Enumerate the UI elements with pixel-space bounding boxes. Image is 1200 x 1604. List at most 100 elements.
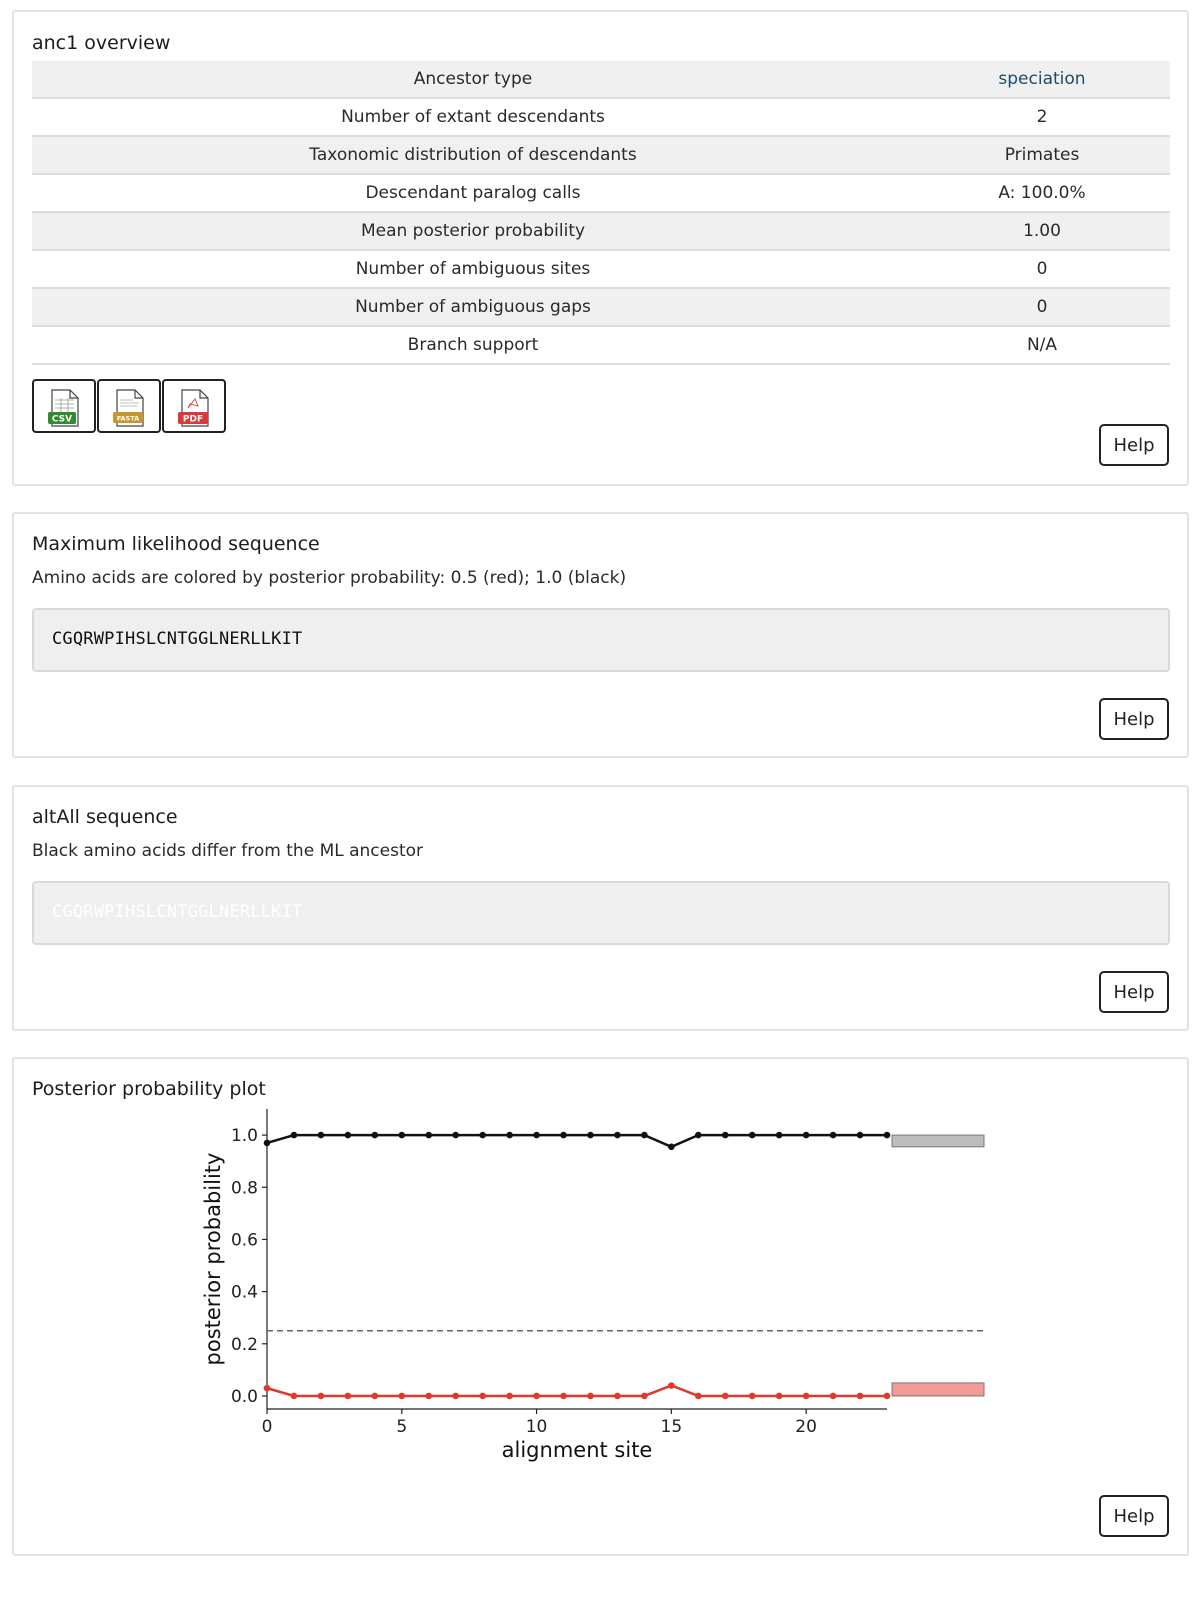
data-point xyxy=(398,1392,406,1400)
data-point xyxy=(748,1131,756,1139)
plot-title: Posterior probability plot xyxy=(32,1078,266,1100)
data-point xyxy=(721,1392,729,1400)
series-line xyxy=(266,1133,887,1149)
csv-download-button[interactable]: CSV xyxy=(32,379,96,433)
data-point xyxy=(479,1392,486,1400)
overview-row-value[interactable]: speciation xyxy=(914,61,1170,99)
data-point xyxy=(695,1392,702,1400)
overview-row-value: 0 xyxy=(914,250,1170,289)
side-bar xyxy=(891,1382,985,1397)
overview-title: anc1 overview xyxy=(32,32,171,54)
overview-row-value: 2 xyxy=(914,98,1170,137)
y-tick-label: 0.8 xyxy=(231,1178,258,1198)
data-point xyxy=(317,1131,325,1139)
data-point xyxy=(668,1382,675,1389)
ml-sequence-title: Maximum likelihood sequence xyxy=(32,533,320,555)
plot-help-button[interactable]: Help xyxy=(1099,1495,1169,1537)
data-point xyxy=(344,1131,352,1139)
overview-row-label: Mean posterior probability xyxy=(32,212,914,251)
x-tick-label: 5 xyxy=(396,1417,407,1437)
ml-sequence-description: Amino acids are colored by posterior pro… xyxy=(32,568,627,588)
svg-text:PDF: PDF xyxy=(183,415,203,425)
overview-row-label: Number of ambiguous sites xyxy=(32,250,914,289)
altall-sequence-card: altAll sequence Black amino acids differ… xyxy=(12,785,1189,1031)
data-point xyxy=(856,1131,864,1139)
data-point xyxy=(263,1139,271,1147)
data-point xyxy=(452,1392,459,1400)
data-point xyxy=(506,1131,513,1139)
svg-text:FASTA: FASTA xyxy=(117,415,139,423)
data-point xyxy=(560,1392,567,1400)
data-point xyxy=(371,1392,379,1400)
y-tick-label: 0.4 xyxy=(231,1283,258,1303)
pdf-download-button[interactable]: PDF xyxy=(162,379,226,433)
side-bar xyxy=(891,1134,985,1148)
data-point xyxy=(641,1392,648,1400)
ml-sequence-help-button[interactable]: Help xyxy=(1099,698,1169,740)
x-tick-label: 20 xyxy=(795,1417,817,1437)
data-point xyxy=(506,1392,513,1400)
data-point xyxy=(668,1143,675,1151)
data-point xyxy=(371,1131,379,1139)
x-tick-label: 10 xyxy=(526,1417,548,1437)
data-point xyxy=(802,1392,810,1400)
altall-sequence-title: altAll sequence xyxy=(32,806,178,828)
overview-row-label: Branch support xyxy=(32,326,914,365)
data-point xyxy=(614,1131,621,1139)
csv-file-icon: CSV xyxy=(48,389,79,427)
data-point xyxy=(829,1392,837,1400)
fasta-download-button[interactable]: FASTA xyxy=(97,379,161,433)
data-point xyxy=(695,1131,702,1139)
data-point xyxy=(775,1131,783,1139)
x-tick-label: 15 xyxy=(661,1417,683,1437)
pdf-file-icon: PDF xyxy=(178,389,209,427)
y-tick-label: 0.0 xyxy=(231,1387,258,1407)
data-point xyxy=(829,1131,837,1139)
data-point xyxy=(290,1392,298,1400)
overview-table: Ancestor type speciation Number of extant … xyxy=(32,61,1170,365)
series-line xyxy=(266,1384,887,1398)
y-axis-label: posterior probability xyxy=(201,1153,225,1366)
overview-row: Number of ambiguous gaps 0 xyxy=(32,288,1170,327)
y-tick-label: 0.6 xyxy=(231,1230,258,1250)
overview-row: Mean posterior probability 1.00 xyxy=(32,212,1170,251)
data-point xyxy=(533,1131,540,1139)
y-tick-label: 1.0 xyxy=(231,1126,258,1146)
data-point xyxy=(641,1131,648,1139)
altall-sequence-help-button[interactable]: Help xyxy=(1099,971,1169,1013)
data-point xyxy=(479,1131,486,1139)
data-point xyxy=(425,1131,433,1139)
fasta-file-icon: FASTA xyxy=(113,389,144,427)
overview-row-label: Number of ambiguous gaps xyxy=(32,288,914,327)
overview-row-value: N/A xyxy=(914,326,1170,365)
data-point xyxy=(344,1392,352,1400)
overview-row-value: 0 xyxy=(914,288,1170,327)
data-point xyxy=(587,1131,594,1139)
overview-row-value: 1.00 xyxy=(914,212,1170,251)
overview-row: Descendant paralog calls A: 100.0% xyxy=(32,174,1170,213)
overview-row-value: Primates xyxy=(914,136,1170,175)
y-tick-label: 0.2 xyxy=(231,1335,258,1355)
altall-sequence-box: CGQRWPIHSLCNTGGLNERLLKIT xyxy=(32,881,1170,945)
data-point xyxy=(883,1392,891,1400)
overview-row-label: Number of extant descendants xyxy=(32,98,914,137)
overview-row: Number of ambiguous sites 0 xyxy=(32,250,1170,289)
data-point xyxy=(452,1131,459,1139)
overview-row: Ancestor type speciation xyxy=(32,61,1170,99)
ml-sequence-box: CGQRWPIHSLCNTGGLNERLLKIT xyxy=(32,608,1170,672)
data-point xyxy=(560,1131,567,1139)
svg-text:CSV: CSV xyxy=(52,415,72,425)
x-axis-label: alignment site xyxy=(502,1438,653,1462)
data-point xyxy=(587,1392,594,1400)
overview-row-label: Descendant paralog calls xyxy=(32,174,914,213)
overview-row-value: A: 100.0% xyxy=(914,174,1170,213)
ml-sequence-card: Maximum likelihood sequence Amino acids … xyxy=(12,512,1189,758)
overview-row-label: Ancestor type xyxy=(32,61,914,99)
overview-row: Number of extant descendants 2 xyxy=(32,98,1170,137)
posterior-probability-chart: 0.0 0.2 0.4 0.6 0.8 1.0 0 5 10 15 20 alignment site… xyxy=(201,1109,985,1462)
data-point xyxy=(883,1131,891,1139)
data-point xyxy=(425,1392,433,1400)
overview-help-button[interactable]: Help xyxy=(1099,424,1169,466)
plot-card: Posterior probability plot 0.0 0.2 0.4 0.6 0… xyxy=(12,1057,1189,1556)
data-point xyxy=(398,1131,406,1139)
